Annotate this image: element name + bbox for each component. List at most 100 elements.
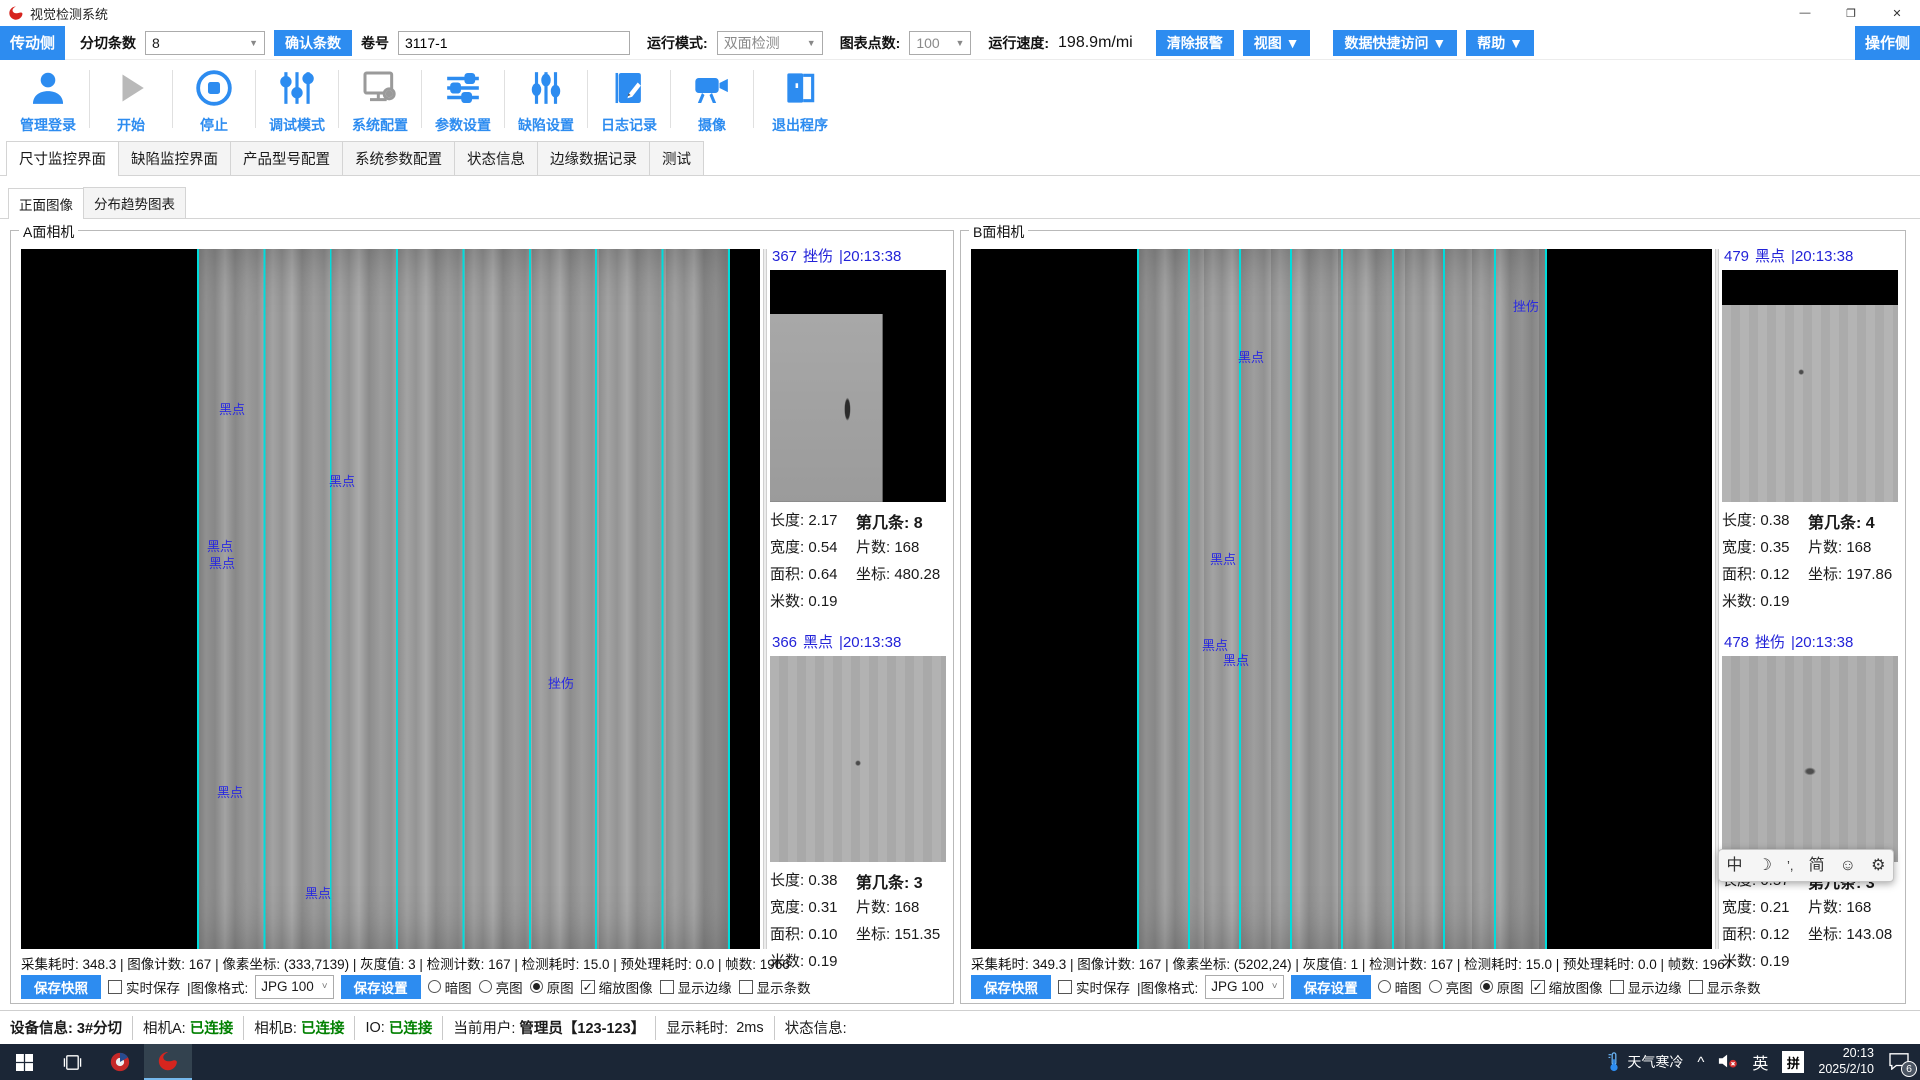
- bright-image-radio[interactable]: 亮图: [479, 977, 523, 997]
- help-menu-button[interactable]: 帮助 ▼: [1466, 30, 1534, 56]
- panel-splitter[interactable]: [1715, 249, 1719, 949]
- subtab-trend-chart[interactable]: 分布趋势图表: [83, 187, 186, 218]
- statusbar: 设备信息: 3#分切 相机A: 已连接 相机B: 已连接 IO: 已连接 当前用…: [0, 1010, 1920, 1044]
- zoom-image-checkbox[interactable]: ✓缩放图像: [581, 977, 653, 997]
- run-mode-select[interactable]: 双面检测 ▼: [717, 31, 823, 55]
- realtime-save-checkbox[interactable]: 实时保存: [1058, 977, 1130, 997]
- panel-splitter[interactable]: [763, 249, 767, 949]
- tab-status-info[interactable]: 状态信息: [454, 141, 538, 175]
- sub-tabbar: 正面图像 分布趋势图表: [0, 188, 1920, 219]
- original-image-radio[interactable]: 原图: [1480, 977, 1524, 997]
- zoom-image-checkbox[interactable]: ✓缩放图像: [1531, 977, 1603, 997]
- data-access-menu-button[interactable]: 数据快捷访问 ▼: [1333, 30, 1457, 56]
- defect-card[interactable]: 478挫伤|20:13:38 长度: 0.57第几条: 3 宽度: 0.21片数…: [1722, 629, 1900, 977]
- defect-settings-button[interactable]: 缺陷设置: [512, 66, 580, 135]
- show-count-checkbox[interactable]: 显示条数: [1689, 977, 1761, 997]
- film-strip-image: [1137, 249, 1547, 949]
- ime-punct-mode[interactable]: ’,: [1787, 859, 1794, 872]
- view-menu-button[interactable]: 视图 ▼: [1243, 30, 1311, 56]
- dark-image-radio[interactable]: 暗图: [428, 977, 472, 997]
- tray-expand-chevron[interactable]: ^: [1697, 1054, 1704, 1071]
- weather-widget[interactable]: 天气寒冷: [1607, 1052, 1683, 1072]
- maximize-button[interactable]: ❐: [1828, 0, 1874, 26]
- tab-edge-data[interactable]: 边缘数据记录: [537, 141, 650, 175]
- minimize-button[interactable]: —: [1782, 0, 1828, 26]
- operator-side-button[interactable]: 操作侧: [1855, 26, 1920, 60]
- record-video-button[interactable]: 摄像: [678, 66, 746, 135]
- clear-alarm-button[interactable]: 清除报警: [1156, 30, 1234, 56]
- admin-login-button[interactable]: 管理登录: [14, 66, 82, 135]
- tab-product-model[interactable]: 产品型号配置: [230, 141, 343, 175]
- defect-stats: 长度: 2.17第几条: 8 宽度: 0.54片数: 168 面积: 0.64坐…: [770, 502, 948, 617]
- ime-simplified-mode[interactable]: 简: [1809, 858, 1825, 874]
- bright-image-radio[interactable]: 亮图: [1429, 977, 1473, 997]
- exit-program-button[interactable]: 退出程序: [761, 66, 839, 135]
- start-button[interactable]: [0, 1044, 48, 1080]
- tab-defect-monitor[interactable]: 缺陷监控界面: [118, 141, 231, 175]
- vision-app-button[interactable]: [144, 1044, 192, 1080]
- divider: [655, 1016, 656, 1040]
- h-sliders-icon: [443, 66, 483, 110]
- ime-language-indicator[interactable]: 英: [1752, 1050, 1768, 1074]
- chevron-down-icon: ˅: [322, 981, 328, 992]
- chevron-down-icon: ▼: [243, 38, 258, 48]
- tab-system-params[interactable]: 系统参数配置: [342, 141, 455, 175]
- gear-icon[interactable]: ⚙: [1871, 858, 1885, 874]
- camera-b-status-label: 相机B:: [254, 1017, 297, 1038]
- checkbox-icon: [1058, 980, 1072, 994]
- divider: [587, 70, 588, 128]
- vision-app-icon: [157, 1050, 179, 1072]
- show-count-checkbox[interactable]: 显示条数: [739, 977, 811, 997]
- tab-size-monitor[interactable]: 尺寸监控界面: [6, 141, 119, 176]
- show-edge-checkbox[interactable]: 显示边缘: [1610, 977, 1682, 997]
- close-button[interactable]: ✕: [1874, 0, 1920, 26]
- slit-count-select[interactable]: 8 ▼: [145, 31, 265, 55]
- defect-card[interactable]: 366黑点|20:13:38 长度: 0.38第几条: 3 宽度: 0.31片数…: [770, 629, 948, 977]
- original-image-radio[interactable]: 原图: [530, 977, 574, 997]
- log-record-button[interactable]: 日志记录: [595, 66, 663, 135]
- save-settings-button[interactable]: 保存设置: [341, 975, 421, 999]
- ime-toolbar: 中 ☽ ’, 简 ☺ ⚙: [1718, 849, 1894, 882]
- notification-badge: 6: [1901, 1061, 1917, 1077]
- confirm-count-button[interactable]: 确认条数: [274, 30, 352, 56]
- clock[interactable]: 20:13 2025/2/10: [1818, 1046, 1874, 1077]
- chart-points-select[interactable]: 100 ▼: [909, 31, 971, 55]
- moon-icon[interactable]: ☽: [1758, 858, 1772, 874]
- divider: [442, 1016, 443, 1040]
- ime-cn-mode[interactable]: 中: [1727, 858, 1743, 874]
- divider: [504, 70, 505, 128]
- subtab-front-image[interactable]: 正面图像: [8, 188, 84, 219]
- defect-card[interactable]: 479黑点|20:13:38 长度: 0.38第几条: 4 宽度: 0.35片数…: [1722, 243, 1900, 617]
- start-button[interactable]: 开始: [97, 66, 165, 135]
- image-format-select[interactable]: JPG 100˅: [1205, 975, 1283, 999]
- camera-a-live-image[interactable]: 黑点 黑点 黑点 黑点 挫伤 黑点 黑点: [21, 249, 760, 949]
- camera-b-live-image[interactable]: 挫伤 黑点 黑点 黑点 黑点: [971, 249, 1712, 949]
- debug-mode-button[interactable]: 调试模式: [263, 66, 331, 135]
- volume-muted-icon[interactable]: [1718, 1053, 1738, 1072]
- defect-marker: 黑点: [217, 782, 243, 801]
- camera-b-panel: B面相机 挫伤 黑点 黑点 黑点 黑点 479黑点|20:13:38 长度: 0…: [960, 230, 1906, 1004]
- task-view-button[interactable]: [48, 1044, 96, 1080]
- pinned-app-button[interactable]: [96, 1044, 144, 1080]
- image-format-select[interactable]: JPG 100˅: [255, 975, 333, 999]
- divider: [354, 1016, 355, 1040]
- stop-button[interactable]: 停止: [180, 66, 248, 135]
- tab-test[interactable]: 测试: [649, 141, 704, 175]
- drive-side-button[interactable]: 传动侧: [0, 26, 65, 60]
- save-snapshot-button[interactable]: 保存快照: [971, 975, 1051, 999]
- roll-input[interactable]: [398, 31, 630, 55]
- top-toolbar: 传动侧 分切条数 8 ▼ 确认条数 卷号 运行模式: 双面检测 ▼ 图表点数: …: [0, 26, 1920, 60]
- radio-selected-icon: [530, 980, 543, 993]
- image-format-label: |图像格式:: [187, 977, 248, 997]
- show-edge-checkbox[interactable]: 显示边缘: [660, 977, 732, 997]
- system-config-button[interactable]: 系统配置: [346, 66, 414, 135]
- save-settings-button[interactable]: 保存设置: [1291, 975, 1371, 999]
- ime-mode-indicator[interactable]: 拼: [1782, 1051, 1804, 1073]
- dark-image-radio[interactable]: 暗图: [1378, 977, 1422, 997]
- action-center-button[interactable]: 6: [1888, 1052, 1910, 1073]
- defect-card[interactable]: 367挫伤|20:13:38 长度: 2.17第几条: 8 宽度: 0.54片数…: [770, 243, 948, 617]
- emoji-icon[interactable]: ☺: [1840, 858, 1856, 874]
- save-snapshot-button[interactable]: 保存快照: [21, 975, 101, 999]
- realtime-save-checkbox[interactable]: 实时保存: [108, 977, 180, 997]
- params-settings-button[interactable]: 参数设置: [429, 66, 497, 135]
